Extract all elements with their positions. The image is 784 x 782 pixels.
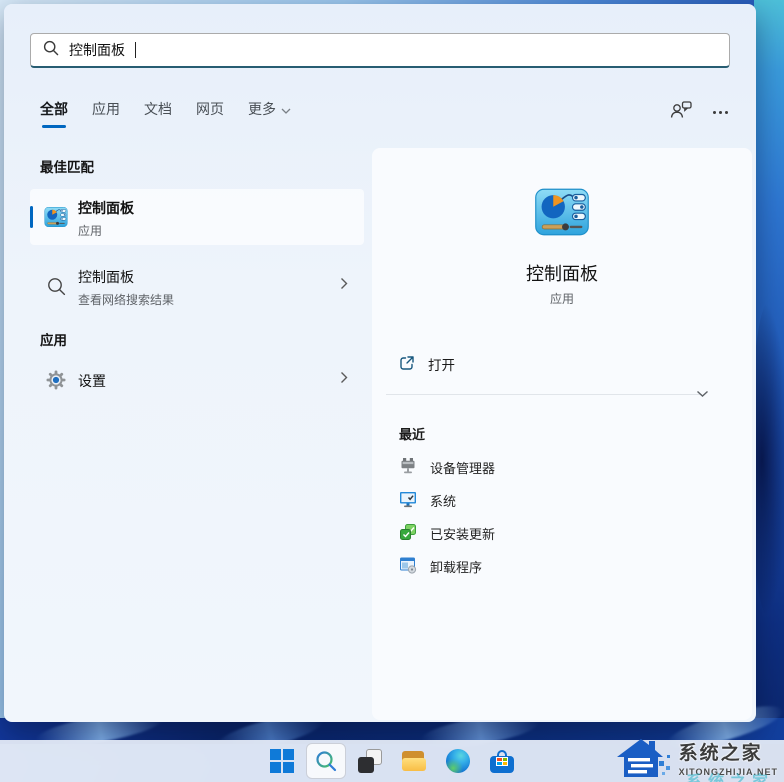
recent-item-label: 已安装更新: [430, 524, 495, 543]
windows-start-icon[interactable]: [262, 743, 302, 779]
search-header-actions: [669, 100, 730, 124]
tab-all[interactable]: 全部: [40, 99, 68, 128]
tab-more[interactable]: 更多: [248, 99, 291, 128]
control-panel-icon: [44, 205, 68, 234]
expand-actions-button[interactable]: [690, 384, 714, 404]
result-title: 控制面板: [78, 267, 174, 287]
selection-accent-bar: [30, 206, 33, 228]
search-query-text: 控制面板: [69, 40, 125, 60]
search-filter-tabs: 全部 应用 文档 网页 更多: [40, 99, 291, 128]
result-best-match-control-panel[interactable]: 控制面板 应用: [30, 189, 364, 245]
account-feedback-icon[interactable]: [669, 100, 693, 124]
preview-pane: 控制面板 应用 打开 最近: [372, 148, 752, 720]
apps-heading: 应用: [40, 329, 67, 349]
open-external-icon: [399, 355, 415, 374]
result-subtitle: 应用: [78, 222, 134, 239]
chevron-right-icon: [340, 277, 348, 295]
desktop-wallpaper: 控制面板 全部 应用 文档 网页 更多: [0, 0, 784, 782]
result-settings[interactable]: 设置: [30, 359, 364, 401]
microsoft-store-icon[interactable]: [482, 743, 522, 779]
divider: [386, 394, 702, 395]
search-icon: [43, 40, 59, 61]
more-options-icon[interactable]: [711, 107, 730, 118]
xitongzhijia-logo-icon: [615, 735, 673, 782]
preview-app-subtitle: 应用: [372, 290, 752, 307]
recent-item-installed-updates[interactable]: 已安装更新: [384, 517, 740, 550]
taskbar-search-icon[interactable]: [306, 743, 346, 779]
text-caret: [135, 42, 136, 58]
recent-heading: 最近: [399, 424, 425, 443]
recent-item-uninstall-program[interactable]: 卸载程序: [384, 550, 740, 583]
wallpaper-right-strip: [754, 0, 784, 782]
result-title: 设置: [78, 371, 106, 391]
best-match-heading: 最佳匹配: [40, 156, 94, 176]
search-icon: [47, 277, 66, 301]
open-action-label: 打开: [428, 354, 455, 374]
recent-list: 设备管理器 系统: [384, 451, 740, 583]
tab-web[interactable]: 网页: [196, 99, 224, 128]
watermark-ghost-text: 系统之家: [686, 768, 774, 782]
tab-apps[interactable]: 应用: [92, 99, 120, 128]
recent-item-label: 设备管理器: [430, 458, 495, 477]
file-explorer-icon[interactable]: [394, 743, 434, 779]
tab-documents[interactable]: 文档: [144, 99, 172, 128]
settings-gear-icon: [46, 370, 66, 395]
preview-app-title: 控制面板: [372, 260, 752, 286]
installed-updates-icon: [399, 523, 417, 544]
result-subtitle: 查看网络搜索结果: [78, 291, 174, 308]
recent-item-device-manager[interactable]: 设备管理器: [384, 451, 740, 484]
recent-item-label: 系统: [430, 491, 456, 510]
watermark-site-name: 系统之家: [679, 738, 763, 765]
open-action[interactable]: 打开: [384, 344, 740, 384]
search-input[interactable]: 控制面板: [30, 33, 730, 68]
device-manager-icon: [399, 457, 417, 478]
edge-browser-icon[interactable]: [438, 743, 478, 779]
recent-item-label: 卸载程序: [430, 557, 482, 576]
recent-item-system[interactable]: 系统: [384, 484, 740, 517]
control-panel-icon: [534, 184, 590, 245]
result-title: 控制面板: [78, 198, 134, 218]
system-icon: [399, 490, 417, 511]
uninstall-program-icon: [399, 556, 417, 577]
result-web-search-control-panel[interactable]: 控制面板 查看网络搜索结果: [30, 260, 364, 312]
task-view-icon[interactable]: [350, 743, 390, 779]
search-flyout-panel: 控制面板 全部 应用 文档 网页 更多: [4, 4, 756, 722]
chevron-right-icon: [340, 371, 348, 389]
chevron-down-icon: [281, 101, 291, 117]
